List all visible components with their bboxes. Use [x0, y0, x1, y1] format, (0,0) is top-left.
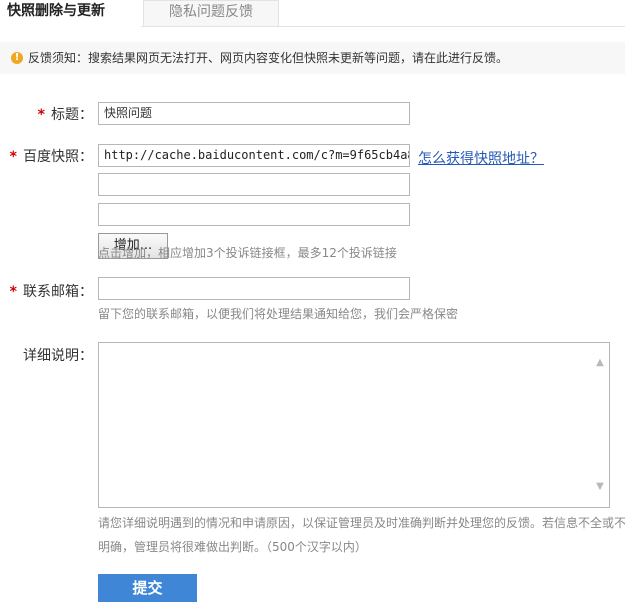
detail-hint-line-2: 明确，管理员将很难做出判断。（500个汉字以内）	[98, 540, 367, 554]
snapshot-url-field[interactable]: http://cache.baiducontent.com/c?m=9f65cb…	[98, 144, 410, 167]
snapshot-label: * 百度快照：	[10, 146, 93, 166]
tab-bar: 快照删除与更新 隐私问题反馈	[0, 0, 625, 27]
required-mark: *	[9, 284, 17, 300]
tab-privacy-feedback[interactable]: 隐私问题反馈	[143, 0, 279, 26]
required-mark: *	[37, 107, 45, 123]
email-label: * 联系邮箱：	[10, 281, 93, 301]
required-mark: *	[9, 149, 17, 165]
notice-bar: ! 反馈须知：搜索结果网页无法打开、网页内容变化但快照未更新等问题，请在此进行反…	[0, 42, 625, 74]
textarea-scrollbar[interactable]: ▲ ▼	[592, 343, 609, 507]
add-hint: 点击增加，相应增加3个投诉链接框，最多12个投诉链接	[98, 246, 397, 260]
email-hint: 留下您的联系邮箱，以便我们将处理结果通知给您，我们会严格保密	[98, 307, 459, 321]
scroll-up-icon[interactable]: ▲	[595, 358, 605, 368]
scroll-down-icon[interactable]: ▼	[595, 482, 605, 492]
title-field[interactable]: 快照问题	[98, 102, 410, 125]
notice-text: 反馈须知：搜索结果网页无法打开、网页内容变化但快照未更新等问题，请在此进行反馈。	[28, 51, 509, 65]
email-field[interactable]	[98, 277, 410, 300]
snapshot-url-field-2[interactable]	[98, 173, 410, 196]
snapshot-help-link[interactable]: 怎么获得快照地址？	[418, 148, 544, 168]
detail-textarea[interactable]: ▲ ▼	[98, 342, 610, 508]
title-label: * 标题：	[38, 104, 93, 124]
exclamation-icon: !	[11, 52, 23, 64]
title-label-text: 标题：	[51, 107, 93, 123]
tab-snapshot-delete-update[interactable]: 快照删除与更新	[0, 0, 141, 27]
snapshot-label-text: 百度快照：	[23, 149, 93, 165]
detail-label: 详细说明：	[23, 348, 93, 364]
detail-hint-line-1: 请您详细说明遇到的情况和申请原因，以保证管理员及时准确判断并处理您的反馈。若信息…	[98, 516, 625, 530]
email-label-text: 联系邮箱：	[23, 284, 93, 300]
submit-button[interactable]: 提交	[98, 574, 197, 602]
snapshot-url-field-3[interactable]	[98, 203, 410, 226]
